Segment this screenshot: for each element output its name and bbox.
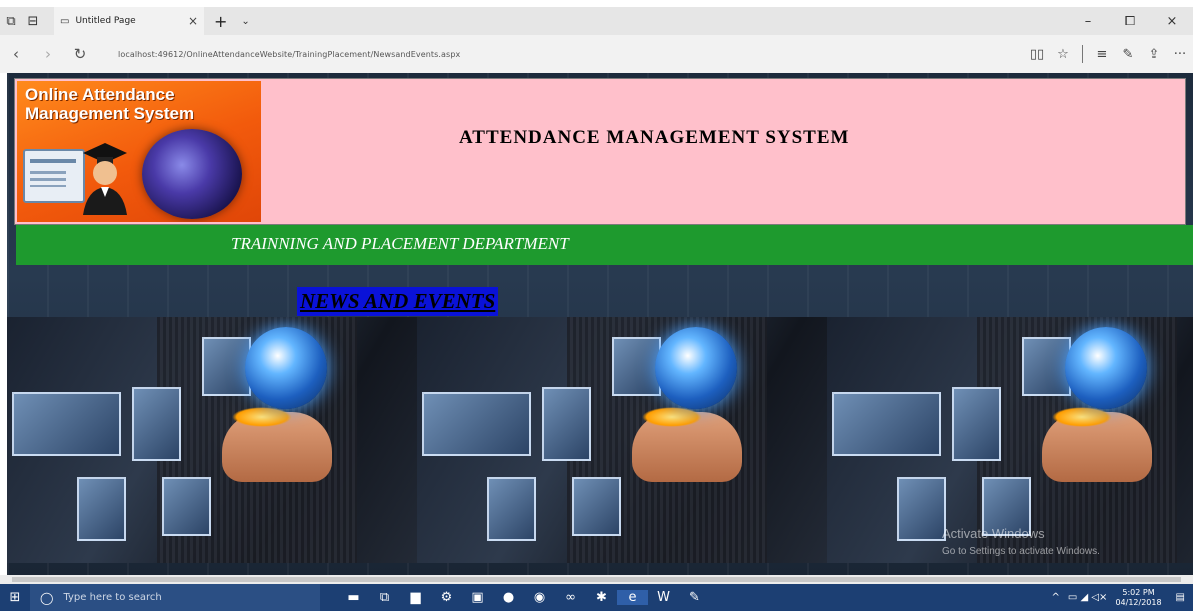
toolbar-divider (1082, 45, 1083, 63)
page-title: ATTENDANCE MANAGEMENT SYSTEM (459, 127, 850, 148)
edge-icon[interactable]: e (617, 590, 648, 605)
floating-screen (487, 477, 536, 541)
search-placeholder: Type here to search (63, 592, 162, 603)
floating-screen (952, 387, 1001, 461)
tab-list-chevron-icon[interactable]: ⌄ (241, 16, 249, 27)
department-bar: TRAINNING AND PLACEMENT DEPARTMENT (16, 225, 1193, 265)
tab-bar: ⧉ ⊟ ▭ Untitled Page × + ⌄ – ⧠ × (0, 7, 1193, 35)
floating-screen (542, 387, 591, 461)
floating-screen (202, 337, 251, 396)
url-field[interactable]: localhost:49612/OnlineAttendanceWebsite/… (118, 50, 460, 59)
minimize-button[interactable]: – (1067, 14, 1109, 29)
page-icon: ▭ (60, 15, 70, 27)
globe-icon (245, 327, 327, 409)
floating-screen (162, 477, 211, 536)
cortana-icon: ◯ (40, 590, 54, 605)
floating-screen (422, 392, 531, 456)
hub-icon[interactable]: ≡ (1089, 47, 1115, 62)
system-tray: ^ ▭ ◢ ◁× 5:02 PM 04/12/2018 ▤ (1051, 588, 1193, 608)
back-button[interactable]: ‹ (0, 45, 32, 63)
tray-chevron-icon[interactable]: ^ (1051, 592, 1059, 603)
game-icon[interactable]: ✱ (586, 590, 617, 605)
tray-status-icons[interactable]: ▭ ◢ ◁× (1068, 592, 1108, 603)
set-aside-tabs-icon[interactable]: ⧉ (0, 10, 22, 32)
media-icon[interactable]: ∞ (555, 590, 586, 605)
settings-icon[interactable]: ⚙ (431, 590, 462, 605)
floating-screen (612, 337, 661, 396)
store-icon[interactable]: ▣ (462, 590, 493, 605)
clock[interactable]: 5:02 PM 04/12/2018 (1115, 588, 1161, 608)
browser-tab[interactable]: ▭ Untitled Page × (54, 7, 204, 35)
favorite-star-icon[interactable]: ☆ (1050, 47, 1076, 62)
share-icon[interactable]: ⇪ (1141, 47, 1167, 62)
taskbar: ⊞ ◯ Type here to search ▬ ⧉ ▆ ⚙ ▣ ● ◉ ∞ … (0, 584, 1193, 611)
business-banner-image (7, 317, 417, 563)
reading-view-icon[interactable]: ▯▯ (1024, 47, 1050, 62)
globe-icon (142, 129, 242, 219)
activate-windows-watermark: Activate Windows Go to Settings to activ… (942, 525, 1100, 561)
glow-shape (232, 407, 292, 427)
logo-title: Online Attendance Management System (25, 85, 195, 123)
more-icon[interactable]: ··· (1167, 47, 1193, 62)
business-banner-image (417, 317, 827, 563)
globe-icon (655, 327, 737, 409)
graduate-icon (83, 143, 127, 215)
floating-screen (897, 477, 946, 541)
restore-button[interactable]: ⧠ (1109, 14, 1151, 29)
web-page: Online Attendance Management System ATTE… (7, 73, 1193, 575)
browser-toolbar: ▯▯ ☆ ≡ ✎ ⇪ ··· (1024, 45, 1193, 63)
page-header: Online Attendance Management System ATTE… (14, 78, 1186, 225)
news-and-events-link[interactable]: NEWS AND EVENTS (297, 287, 499, 316)
department-title: TRAINNING AND PLACEMENT DEPARTMENT (231, 234, 569, 253)
horizontal-scrollbar[interactable] (0, 575, 1193, 584)
tab-title: Untitled Page (75, 16, 136, 26)
firefox-icon[interactable]: ● (493, 590, 524, 605)
show-aside-tabs-icon[interactable]: ⊟ (22, 10, 44, 32)
floating-screen (77, 477, 126, 541)
window-top-edge (0, 0, 1193, 7)
new-tab-button[interactable]: + (214, 12, 227, 31)
window-controls: – ⧠ × (1067, 14, 1193, 29)
word-icon[interactable]: W (648, 590, 679, 605)
floating-screen (132, 387, 181, 461)
whatsapp-icon[interactable]: ◉ (524, 590, 555, 605)
task-view-icon[interactable]: ⧉ (369, 590, 400, 605)
web-notes-icon[interactable]: ✎ (1115, 47, 1141, 62)
floating-screen (832, 392, 941, 456)
clock-time: 5:02 PM (1122, 587, 1155, 597)
taskbar-apps: ▬ ⧉ ▆ ⚙ ▣ ● ◉ ∞ ✱ e W ✎ (338, 590, 710, 605)
globe-icon (1065, 327, 1147, 409)
scrollbar-thumb[interactable] (12, 577, 1181, 582)
file-explorer-icon[interactable]: ▆ (400, 590, 431, 605)
glow-shape (642, 407, 702, 427)
tab-close-icon[interactable]: × (188, 14, 198, 28)
floating-screen (12, 392, 121, 456)
clock-date: 04/12/2018 (1115, 597, 1162, 607)
glow-shape (1052, 407, 1112, 427)
refresh-button[interactable]: ↻ (64, 45, 96, 63)
id-card-icon (23, 149, 85, 203)
close-window-button[interactable]: × (1151, 14, 1193, 29)
watermark-title: Activate Windows (942, 526, 1045, 541)
floating-screen (572, 477, 621, 536)
windows-start-icon[interactable]: ⊞ (0, 590, 30, 605)
paint-icon[interactable]: ✎ (679, 590, 710, 605)
taskbar-search[interactable]: ◯ Type here to search (30, 584, 320, 611)
floating-screen (1022, 337, 1071, 396)
windows-ink-icon[interactable]: ▬ (338, 590, 369, 605)
forward-button[interactable]: › (32, 45, 64, 63)
watermark-subtitle: Go to Settings to activate Windows. (942, 546, 1100, 557)
site-logo: Online Attendance Management System (17, 81, 261, 222)
address-bar: ‹ › ↻ localhost:49612/OnlineAttendanceWe… (0, 35, 1193, 73)
action-center-icon[interactable]: ▤ (1176, 592, 1185, 603)
